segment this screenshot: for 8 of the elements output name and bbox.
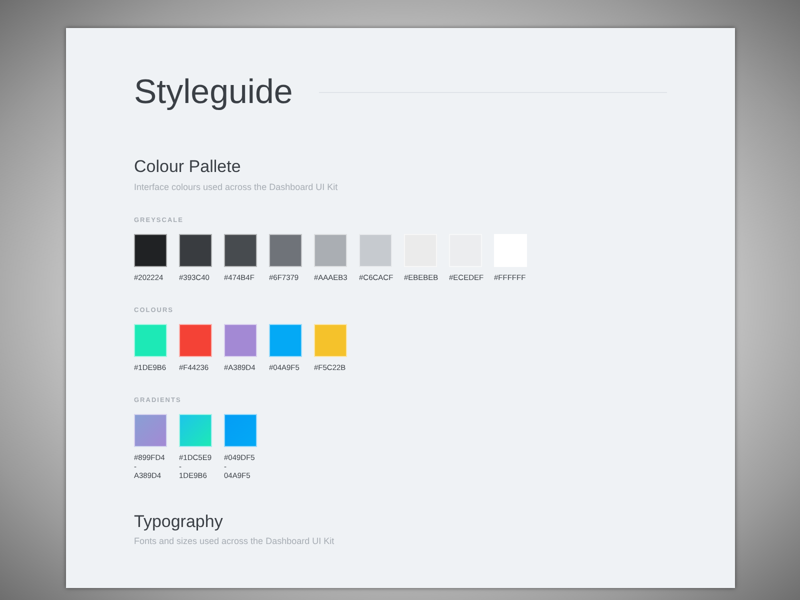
section-heading: Colour Pallete bbox=[134, 157, 242, 178]
colour-swatch bbox=[224, 414, 257, 447]
page-title: Styleguide bbox=[134, 74, 293, 112]
colour-swatch bbox=[134, 414, 167, 447]
section-heading: Typography bbox=[134, 512, 224, 532]
colour-swatch bbox=[179, 414, 212, 447]
section-subtitle: Fonts and sizes used across the Dashboard UI Kit bbox=[134, 534, 336, 548]
section-subtitle: Interface colours used across the Dashboard UI Kit bbox=[134, 180, 339, 194]
